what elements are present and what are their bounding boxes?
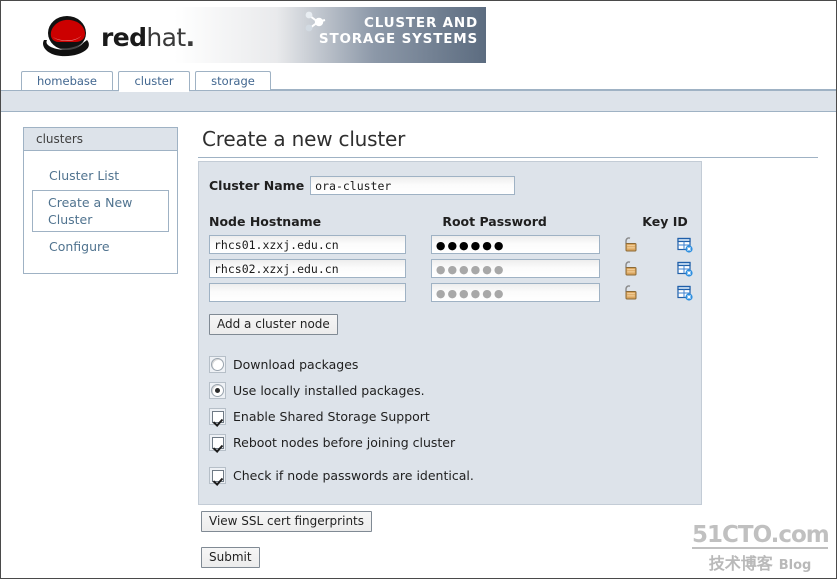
wordmark-hat: hat (146, 23, 186, 52)
tab-cluster[interactable]: cluster (118, 71, 190, 90)
cluster-name-input[interactable]: ora-cluster (310, 175, 516, 195)
keyid-lock-cell-2 (622, 260, 657, 277)
primary-tabs: homebase cluster storage (1, 71, 836, 91)
node-row: rhcs02.xzxj.edu.cn ●●●●●● (209, 259, 701, 278)
radio-use-local-packages-box[interactable] (209, 382, 226, 399)
sidebar-item-create-new-cluster[interactable]: Create a New Cluster (32, 190, 169, 232)
sidebar-item-create-line1: Create a New (48, 195, 133, 210)
node-hostname-input-2[interactable]: rhcs02.xzxj.edu.cn (209, 259, 406, 278)
sidebar-item-configure[interactable]: Configure (32, 234, 169, 259)
node-password-input-2[interactable]: ●●●●●● (430, 259, 601, 278)
checkbox-enable-shared-storage-box[interactable] (209, 408, 226, 425)
checkbox-check-passwords[interactable] (211, 469, 224, 482)
sidebar-header: clusters (24, 128, 177, 151)
node-password-input-3[interactable]: ●●●●●● (430, 283, 601, 302)
sidebar-panel: clusters Cluster List Create a New Clust… (23, 127, 178, 274)
product-name: CLUSTER AND STORAGE SYSTEMS (319, 15, 478, 47)
radio-use-local-packages[interactable] (211, 384, 224, 397)
option-reboot-nodes[interactable]: Reboot nodes before joining cluster (209, 431, 701, 454)
option-check-passwords-label: Check if node passwords are identical. (233, 468, 474, 483)
add-cluster-node-button[interactable]: Add a cluster node (209, 314, 338, 335)
cluster-name-row: Cluster Name ora-cluster (199, 174, 701, 196)
node-row: ●●●●●● (209, 283, 701, 302)
watermark-chinese-text: 技术博客 (708, 554, 773, 573)
tab-homebase-label: homebase (36, 74, 97, 88)
radio-download-packages-box[interactable] (209, 356, 226, 373)
node-hostname-input-1[interactable]: rhcs01.xzxj.edu.cn (209, 235, 406, 254)
column-header-keyid: Key ID (642, 214, 688, 229)
submit-button[interactable]: Submit (201, 547, 260, 568)
redhat-wordmark: redhat. (101, 23, 196, 52)
node-password-input-1[interactable]: ●●●●●● (430, 235, 601, 254)
wordmark-dot: . (185, 23, 196, 52)
redhat-shadowman-icon (43, 16, 89, 57)
page-title: Create a new cluster (202, 127, 406, 151)
sidebar-item-cluster-list[interactable]: Cluster List (32, 163, 169, 188)
unlock-icon[interactable] (622, 260, 639, 277)
keyid-lock-cell-1 (622, 236, 657, 253)
delete-row-icon[interactable] (677, 237, 693, 253)
unlock-icon[interactable] (622, 284, 639, 301)
tab-storage[interactable]: storage (195, 71, 271, 90)
cluster-name-label: Cluster Name (209, 177, 305, 193)
main-content: Create a new cluster Cluster Name ora-cl… (198, 127, 818, 505)
watermark-blog-text: Blog (778, 558, 812, 573)
option-use-local-packages-label: Use locally installed packages. (233, 383, 425, 398)
unlock-icon[interactable] (622, 236, 639, 253)
column-header-hostname: Node Hostname (209, 214, 322, 229)
title-divider (198, 157, 818, 158)
option-use-local-packages[interactable]: Use locally installed packages. (209, 379, 701, 402)
options-group: Download packages Use locally installed … (209, 353, 701, 487)
view-ssl-cert-fingerprints-button[interactable]: View SSL cert fingerprints (201, 511, 373, 532)
tab-homebase[interactable]: homebase (21, 71, 113, 90)
column-header-password: Root Password (442, 214, 547, 229)
option-download-packages-label: Download packages (233, 357, 359, 372)
keyid-delete-cell-1 (677, 237, 701, 253)
password-dots: ●●●●●● (435, 287, 506, 300)
keyid-delete-cell-3 (677, 285, 701, 301)
password-dots: ●●●●●● (435, 239, 506, 252)
node-table-header: Node Hostname Root Password Key ID (209, 214, 701, 229)
wordmark-red: red (101, 23, 147, 52)
option-reboot-nodes-label: Reboot nodes before joining cluster (233, 435, 456, 450)
password-dots: ●●●●●● (435, 263, 506, 276)
option-download-packages[interactable]: Download packages (209, 353, 701, 376)
sidebar-item-list: Cluster List Create a New Cluster Config… (24, 151, 177, 273)
radio-download-packages[interactable] (211, 358, 224, 371)
tab-cluster-label: cluster (134, 74, 174, 88)
redhat-logo: redhat. (29, 10, 269, 60)
delete-row-icon[interactable] (677, 285, 693, 301)
watermark-subtitle-row: 技术博客 Blog (692, 550, 828, 574)
checkbox-check-passwords-box[interactable] (209, 467, 226, 484)
node-hostname-input-3[interactable] (209, 283, 406, 302)
keyid-lock-cell-3 (622, 284, 657, 301)
node-row: rhcs01.xzxj.edu.cn ●●●●●● (209, 235, 701, 254)
node-table: Node Hostname Root Password Key ID rhcs0… (199, 214, 701, 302)
watermark-site: 51CTO.com (692, 522, 830, 549)
application-window: redhat. CLUSTER AND STORAGE SYSTEMS home… (0, 0, 837, 579)
checkbox-enable-shared-storage[interactable] (211, 410, 224, 423)
product-name-line1: CLUSTER AND (364, 15, 478, 31)
create-cluster-form: Cluster Name ora-cluster Node Hostname R… (198, 161, 702, 505)
checkbox-reboot-nodes[interactable] (211, 436, 224, 449)
option-check-passwords[interactable]: Check if node passwords are identical. (209, 464, 701, 487)
keyid-delete-cell-2 (677, 261, 701, 277)
watermark: 51CTO.com 技术博客 Blog (692, 522, 830, 574)
delete-row-icon[interactable] (677, 261, 693, 277)
option-enable-shared-storage-label: Enable Shared Storage Support (233, 409, 430, 424)
tab-storage-label: storage (211, 74, 255, 88)
masthead-banner: redhat. CLUSTER AND STORAGE SYSTEMS (21, 7, 486, 63)
product-name-line2: STORAGE SYSTEMS (318, 31, 478, 47)
sidebar-item-create-line2: Cluster (48, 212, 93, 227)
checkbox-reboot-nodes-box[interactable] (209, 434, 226, 451)
option-enable-shared-storage[interactable]: Enable Shared Storage Support (209, 405, 701, 428)
active-tab-notch (119, 89, 189, 92)
sub-navigation-band (1, 90, 836, 112)
